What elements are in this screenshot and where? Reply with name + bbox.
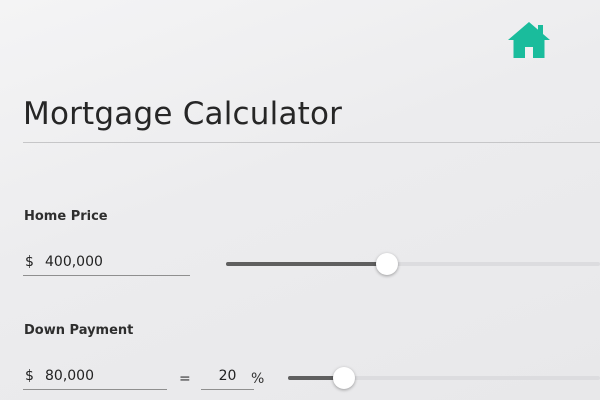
slider-fill — [226, 262, 387, 266]
down-payment-amount-field: $ — [23, 365, 167, 390]
down-payment-amount-input[interactable] — [45, 365, 163, 387]
home-icon — [508, 22, 550, 58]
page-title: Mortgage Calculator — [23, 96, 343, 132]
currency-symbol: $ — [25, 368, 34, 384]
slider-thumb[interactable] — [333, 367, 355, 389]
down-payment-percent-input[interactable] — [201, 365, 254, 387]
home-button[interactable] — [506, 20, 552, 60]
down-payment-slider[interactable] — [288, 366, 600, 390]
home-price-input[interactable] — [45, 251, 185, 273]
slider-thumb[interactable] — [376, 253, 398, 275]
home-price-field: $ — [23, 251, 190, 276]
currency-symbol: $ — [25, 254, 34, 270]
down-payment-percent-field — [201, 365, 254, 390]
title-divider — [23, 142, 600, 143]
percent-sign: % — [251, 371, 265, 387]
equals-sign: = — [179, 371, 191, 387]
home-price-slider[interactable] — [226, 252, 600, 276]
home-price-label: Home Price — [24, 209, 108, 224]
down-payment-label: Down Payment — [24, 323, 134, 338]
